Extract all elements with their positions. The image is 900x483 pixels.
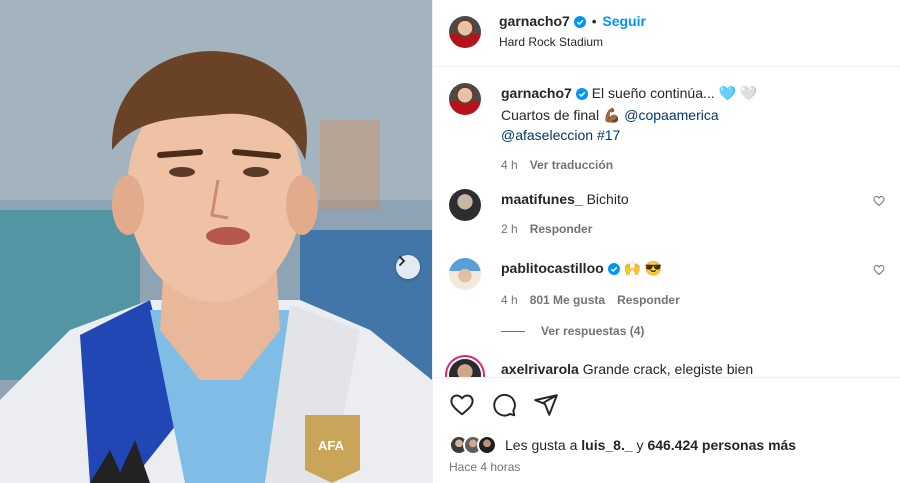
caption: garnacho7 El sueño continúa... 🩵 🤍 Cuart… xyxy=(449,83,889,173)
location-link[interactable]: Hard Rock Stadium xyxy=(499,35,603,49)
caption-meta: 4 h Ver traducción xyxy=(501,155,881,175)
comment-username[interactable]: pablitocastilloo xyxy=(501,260,604,276)
chevron-right-icon xyxy=(399,256,406,266)
mention-link[interactable]: @copaamerica xyxy=(624,107,718,123)
heart-icon xyxy=(873,264,885,276)
comment-button[interactable] xyxy=(491,392,517,418)
avatar xyxy=(477,435,497,455)
translate-button[interactable]: Ver traducción xyxy=(530,158,613,172)
comment-icon xyxy=(493,394,516,417)
comments-section: garnacho7 El sueño continúa... 🩵 🤍 Cuart… xyxy=(433,67,900,377)
post-details-panel: garnacho7 • Seguir Hard Rock Stadium garna… xyxy=(432,0,900,483)
likes-summary[interactable]: Les gusta a luis_8._ y 646.424 personas … xyxy=(505,437,796,453)
post-timestamp: Hace 4 horas xyxy=(449,460,521,474)
caption-line-3: @afaseleccion #17 xyxy=(501,125,881,145)
player-photo: AFA xyxy=(0,0,432,483)
caption-time: 4 h xyxy=(501,158,518,172)
comment-meta: 4 h 801 Me gusta Responder xyxy=(501,290,881,310)
comment-text: Bichito xyxy=(586,191,629,207)
mention-link[interactable]: @afaseleccion xyxy=(501,127,593,143)
caption-username[interactable]: garnacho7 xyxy=(501,85,572,101)
share-icon xyxy=(534,394,558,416)
header-user-row: garnacho7 • Seguir xyxy=(499,13,646,31)
reply-button[interactable]: Responder xyxy=(617,293,680,307)
comment-username[interactable]: maatifunes_ xyxy=(501,191,583,207)
avatar[interactable] xyxy=(449,16,481,48)
caption-body: garnacho7 El sueño continúa... 🩵 🤍 Cuart… xyxy=(501,83,881,175)
comment-text: Grande crack, elegiste bien xyxy=(582,361,754,377)
caption-text-2: Cuartos de final 💪🏾 xyxy=(501,107,625,123)
follow-button[interactable]: Seguir xyxy=(602,13,646,29)
comment-likes[interactable]: 801 Me gusta xyxy=(530,293,605,307)
comment-item: axelrivarola Grande crack, elegiste bien xyxy=(449,359,889,377)
caption-line-1: garnacho7 El sueño continúa... 🩵 🤍 xyxy=(501,83,881,105)
view-replies-button[interactable]: Ver respuestas (4) xyxy=(501,324,644,338)
post-header: garnacho7 • Seguir Hard Rock Stadium xyxy=(433,0,900,67)
view-replies-label: Ver respuestas (4) xyxy=(541,324,645,338)
avatar[interactable] xyxy=(449,258,481,290)
comment-meta: 2 h Responder xyxy=(501,219,881,239)
heart-icon xyxy=(873,195,885,207)
likes-mid: y xyxy=(632,437,648,453)
next-image-button[interactable] xyxy=(396,255,420,279)
hashtag-link[interactable]: #17 xyxy=(597,127,620,143)
comment-item: pablitocastilloo 🙌 😎 4 h 801 Me gusta Resp… xyxy=(449,258,889,308)
avatar[interactable] xyxy=(449,359,481,377)
like-comment-button[interactable] xyxy=(873,195,885,210)
header-username[interactable]: garnacho7 xyxy=(499,13,570,29)
avatar[interactable] xyxy=(449,83,481,115)
likes-row: Les gusta a luis_8._ y 646.424 personas … xyxy=(449,434,796,456)
comment-time: 4 h xyxy=(501,293,518,307)
share-button[interactable] xyxy=(533,392,559,418)
post-photo: AFA xyxy=(0,0,432,483)
comment-username[interactable]: axelrivarola xyxy=(501,361,579,377)
verified-badge-icon xyxy=(607,260,620,280)
verified-badge-icon xyxy=(573,16,586,31)
separator-dot: • xyxy=(591,14,597,29)
caption-line-2: Cuartos de final 💪🏾 @copaamerica xyxy=(501,105,881,125)
comment-text: 🙌 😎 xyxy=(623,260,663,276)
post-actions: Les gusta a luis_8._ y 646.424 personas … xyxy=(433,377,900,483)
heart-icon xyxy=(450,394,474,416)
likes-prefix: Les gusta a xyxy=(505,437,582,453)
reply-button[interactable]: Responder xyxy=(530,222,593,236)
comment-body: axelrivarola Grande crack, elegiste bien xyxy=(501,359,881,377)
likes-user[interactable]: luis_8._ xyxy=(581,437,632,453)
verified-badge-icon xyxy=(575,85,588,105)
like-comment-button[interactable] xyxy=(873,264,885,279)
comment-item: maatifunes_ Bichito 2 h Responder xyxy=(449,189,889,239)
comment-body: pablitocastilloo 🙌 😎 4 h 801 Me gusta Resp… xyxy=(501,258,881,310)
likes-count[interactable]: 646.424 personas más xyxy=(647,437,796,453)
like-button[interactable] xyxy=(449,392,475,418)
comment-body: maatifunes_ Bichito 2 h Responder xyxy=(501,189,881,239)
svg-text:AFA: AFA xyxy=(318,438,345,453)
comment-time: 2 h xyxy=(501,222,518,236)
caption-text-1: El sueño continúa... 🩵 🤍 xyxy=(591,85,758,101)
avatar[interactable] xyxy=(449,189,481,221)
divider xyxy=(501,331,525,333)
